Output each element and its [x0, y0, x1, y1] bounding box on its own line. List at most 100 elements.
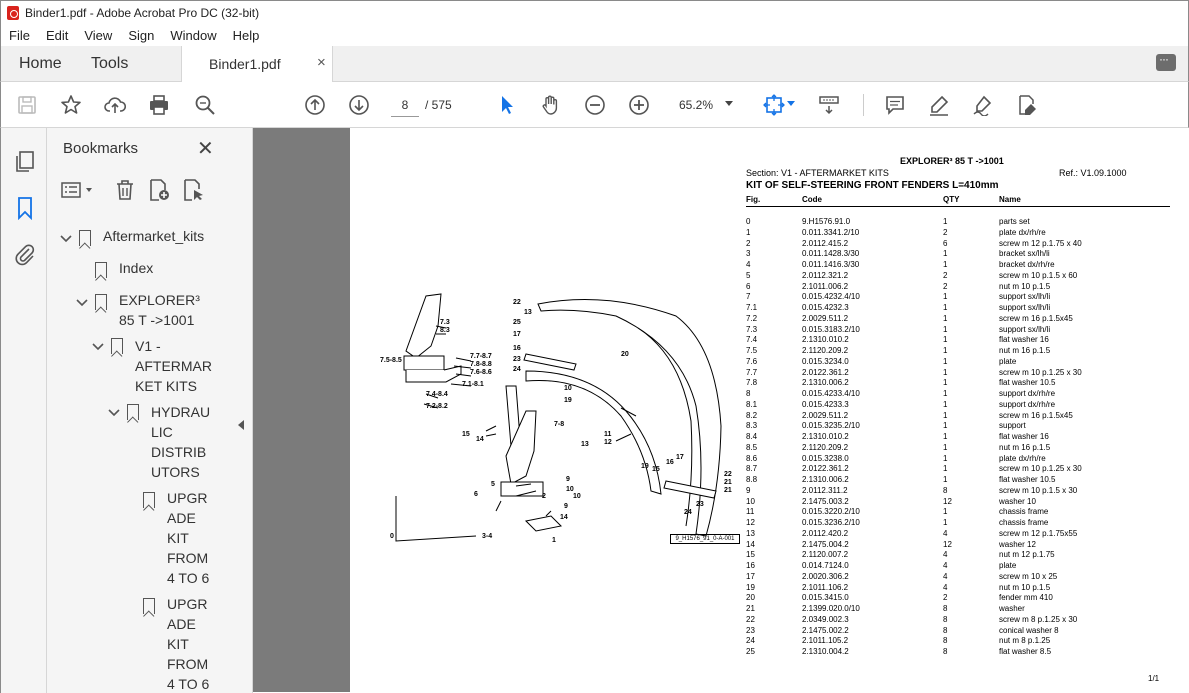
edit-pdf-icon[interactable] — [1015, 93, 1039, 117]
bookmark-upgrade-a-line-2[interactable]: ADE — [167, 508, 196, 528]
comment-icon[interactable] — [883, 93, 907, 117]
bookmark-from-structure-icon[interactable] — [181, 178, 205, 202]
diagram-callout-label: 21 — [724, 479, 732, 486]
bookmark-upgrade-b-line-2[interactable]: ADE — [167, 614, 196, 634]
cell-code: 0.011.1428.3/30 — [802, 249, 860, 259]
bookmark-upgrade-a-line-4[interactable]: FROM — [167, 548, 208, 568]
fit-page-icon[interactable] — [762, 93, 786, 117]
panel-collapse-strip[interactable] — [230, 128, 253, 693]
comment-bubble-icon[interactable] — [1156, 52, 1176, 71]
menu-window[interactable]: Window — [162, 28, 224, 43]
hand-tool-icon[interactable] — [539, 93, 563, 117]
close-panel-button[interactable]: ✕ — [197, 136, 214, 161]
cell-qty: 8 — [943, 614, 948, 624]
collapse-arrow-icon[interactable] — [238, 420, 244, 430]
table-row: 8.8 2.1310.006.2 1 flat washer 10.5 — [746, 475, 1170, 486]
zoom-in-icon[interactable] — [627, 93, 651, 117]
cell-name: nut m 8 p.1.25 — [999, 636, 1051, 646]
cell-qty: 4 — [943, 561, 948, 570]
cell-name: screw m 10 p.1.25 x 30 — [999, 367, 1082, 377]
bookmark-star-icon[interactable] — [59, 93, 83, 117]
bookmark-options-icon[interactable] — [59, 178, 97, 202]
zoom-level-value[interactable]: 65.2% — [679, 98, 713, 112]
draw-signature-icon[interactable] — [971, 93, 995, 117]
cell-code: 2.0029.511.2 — [802, 410, 849, 420]
scroll-mode-icon[interactable] — [817, 93, 841, 117]
tab-home[interactable]: Home — [19, 55, 62, 73]
bookmark-upgrade-a-line-5[interactable]: 4 TO 6 — [167, 568, 209, 588]
cell-code: 2.1120.007.2 — [802, 550, 849, 560]
zoom-out-icon[interactable] — [583, 93, 607, 117]
cell-code: 0.015.3238.0 — [802, 453, 849, 463]
document-viewport[interactable]: EXPLORER³ 85 T ->1001 Section: V1 - AFTE… — [253, 128, 1188, 692]
cell-fig: 19 — [746, 582, 755, 592]
diagram-callout-label: 7-8 — [554, 421, 564, 428]
bookmark-upgrade-a-line-3[interactable]: KIT — [167, 528, 189, 548]
diagram-callout-label: 8.3 — [440, 327, 450, 334]
cell-code: 2.0349.002.3 — [802, 614, 849, 624]
bookmark-upgrade-b-line-3[interactable]: KIT — [167, 634, 189, 654]
previous-page-icon[interactable] — [303, 93, 327, 117]
chevron-down-icon[interactable] — [91, 340, 105, 354]
menu-help[interactable]: Help — [225, 28, 268, 43]
cell-name: plate — [999, 356, 1017, 366]
menu-file[interactable]: File — [1, 28, 38, 43]
cell-fig: 8.2 — [746, 410, 758, 420]
page-number-input[interactable]: 8 — [391, 93, 419, 117]
cell-name: screw m 12 p.1.75 x 40 — [999, 238, 1082, 248]
bookmark-explorer-label-line-1[interactable]: EXPLORER³ — [119, 290, 200, 310]
bookmark-v1-label-line-2[interactable]: AFTERMAR — [135, 356, 212, 376]
diagram-callout-label: 7.7-8.7 — [470, 353, 492, 360]
cell-name: plate dx/rh/re — [999, 453, 1046, 463]
bookmark-v1-label-line-1[interactable]: V1 - — [135, 336, 161, 356]
chevron-down-icon[interactable] — [107, 406, 121, 420]
tab-tools[interactable]: Tools — [91, 55, 128, 73]
bookmark-hydraulic-label-line-4[interactable]: UTORS — [151, 462, 200, 482]
upload-cloud-icon[interactable] — [103, 93, 127, 117]
delete-bookmark-icon[interactable] — [113, 178, 137, 202]
menu-sign[interactable]: Sign — [120, 28, 162, 43]
cell-qty: 12 — [943, 539, 952, 549]
diagram-callout-label: 13 — [581, 441, 589, 448]
page-thumbnails-icon[interactable] — [13, 150, 37, 174]
bookmark-upgrade-b-line-4[interactable]: FROM — [167, 654, 208, 674]
next-page-icon[interactable] — [347, 93, 371, 117]
bookmark-upgrade-b-line-5[interactable]: 4 TO 6 — [167, 674, 209, 693]
chevron-down-icon[interactable] — [59, 232, 73, 246]
tab-close-button[interactable]: × — [317, 54, 326, 71]
bookmark-hydraulic-label-line-1[interactable]: HYDRAU — [151, 402, 210, 422]
cell-code: 2.1310.010.2 — [802, 432, 849, 441]
bookmark-v1-label-line-3[interactable]: KET KITS — [135, 376, 197, 396]
highlight-pen-icon[interactable] — [927, 93, 951, 117]
table-row: 7.5 2.1120.209.2 1 nut m 16 p.1.5 — [746, 346, 1170, 357]
bookmark-upgrade-a-line-1[interactable]: UPGR — [167, 488, 207, 508]
print-icon[interactable] — [147, 93, 171, 117]
bookmark-index[interactable]: Index — [119, 258, 153, 278]
cell-name: screw m 10 p.1.5 x 30 — [999, 485, 1078, 495]
cell-code: 0.015.3234.0 — [802, 356, 849, 366]
attachments-paperclip-icon[interactable] — [13, 242, 37, 266]
chevron-down-icon[interactable] — [75, 296, 89, 310]
main-toolbar: 8 / 575 65.2% — [0, 82, 1189, 128]
bookmark-explorer-label-line-2[interactable]: 85 T ->1001 — [119, 310, 194, 330]
menu-edit[interactable]: Edit — [38, 28, 76, 43]
cell-qty: 1 — [943, 260, 948, 269]
fit-dropdown-caret-icon[interactable] — [787, 101, 795, 106]
find-zoom-icon[interactable] — [193, 93, 217, 117]
bookmark-hydraulic-label-line-2[interactable]: LIC — [151, 422, 173, 442]
table-row: 23 2.1475.002.2 8 conical washer 8 — [746, 626, 1170, 637]
bookmark-upgrade-b-line-1[interactable]: UPGR — [167, 594, 207, 614]
new-bookmark-icon[interactable] — [147, 178, 171, 202]
bookmarks-panel-icon[interactable] — [13, 196, 37, 220]
menu-view[interactable]: View — [76, 28, 120, 43]
cell-qty: 4 — [943, 528, 948, 538]
tab-document[interactable]: Binder1.pdf × — [181, 46, 333, 82]
cell-fig: 7.7 — [746, 367, 758, 377]
cell-qty: 2 — [943, 593, 948, 603]
cell-qty: 1 — [943, 453, 948, 463]
save-icon[interactable] — [15, 93, 39, 117]
zoom-dropdown-caret-icon[interactable] — [725, 101, 733, 106]
bookmark-hydraulic-label-line-3[interactable]: DISTRIB — [151, 442, 206, 462]
select-cursor-icon[interactable] — [495, 93, 519, 117]
bookmark-aftermarket-kits[interactable]: Aftermarket_kits — [103, 226, 204, 246]
